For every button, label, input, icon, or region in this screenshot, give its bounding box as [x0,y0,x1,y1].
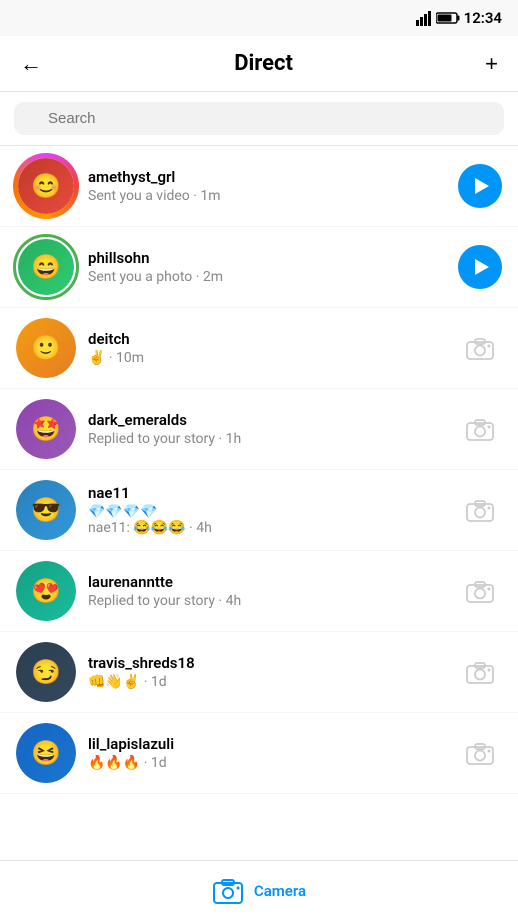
message-info: travis_shreds18 👊👋✌️ · 1d [88,654,446,690]
action-icon[interactable] [458,488,502,532]
message-info: laurenanntte Replied to your story · 4h [88,573,446,609]
message-preview: 💎💎💎💎nae11: 😂😂😂 · 4h [88,504,446,536]
avatar: 😎 [16,480,76,540]
play-button[interactable] [458,164,502,208]
message-preview: Sent you a video · 1m [88,188,446,204]
header: ← Direct + [0,36,518,92]
message-info: dark_emeralds Replied to your story · 1h [88,411,446,447]
message-preview: Replied to your story · 4h [88,593,446,609]
message-username: deitch [88,330,446,348]
message-preview: Replied to your story · 1h [88,431,446,447]
add-button[interactable]: + [481,47,502,81]
list-item[interactable]: 😏 travis_shreds18 👊👋✌️ · 1d [0,632,518,713]
page-title: Direct [234,51,293,76]
list-item[interactable]: 😎 nae11 💎💎💎💎nae11: 😂😂😂 · 4h [0,470,518,551]
message-username: dark_emeralds [88,411,446,429]
list-item[interactable]: 😄 phillsohn Sent you a photo · 2m [0,227,518,308]
message-username: laurenanntte [88,573,446,591]
search-input[interactable] [14,102,504,135]
list-item[interactable]: 🙂 deitch ✌️ · 10m [0,308,518,389]
action-icon[interactable] [458,245,502,289]
message-preview: ✌️ · 10m [88,350,446,366]
message-username: amethyst_grl [88,168,446,186]
message-username: nae11 [88,484,446,502]
list-item[interactable]: 😊 amethyst_grl Sent you a video · 1m [0,146,518,227]
camera-icon [466,498,494,522]
status-time: 12:34 [464,9,502,27]
action-icon[interactable] [458,731,502,775]
camera-icon [466,336,494,360]
search-wrapper [14,102,504,135]
status-icons: 12:34 [416,9,502,27]
message-username: phillsohn [88,249,446,267]
list-item[interactable]: 😍 laurenanntte Replied to your story · 4h [0,551,518,632]
message-username: travis_shreds18 [88,654,446,672]
avatar: 😆 [16,723,76,783]
back-button[interactable]: ← [16,47,46,81]
action-icon[interactable] [458,569,502,613]
play-triangle-icon [475,259,489,275]
camera-icon [466,417,494,441]
avatar: 😄 [16,237,76,297]
message-info: phillsohn Sent you a photo · 2m [88,249,446,285]
message-preview: 👊👋✌️ · 1d [88,674,446,690]
play-button[interactable] [458,245,502,289]
message-info: nae11 💎💎💎💎nae11: 😂😂😂 · 4h [88,484,446,536]
action-icon[interactable] [458,407,502,451]
action-icon[interactable] [458,326,502,370]
camera-bottom-icon [212,875,244,907]
list-item[interactable]: 😆 lil_lapislazuli 🔥🔥🔥 · 1d [0,713,518,794]
play-triangle-icon [475,178,489,194]
search-container [0,92,518,146]
message-info: amethyst_grl Sent you a video · 1m [88,168,446,204]
avatar: 🙂 [16,318,76,378]
message-username: lil_lapislazuli [88,735,446,753]
message-info: lil_lapislazuli 🔥🔥🔥 · 1d [88,735,446,771]
status-bar: 12:34 [0,0,518,36]
message-preview: 🔥🔥🔥 · 1d [88,755,446,771]
action-icon[interactable] [458,164,502,208]
avatar: 🤩 [16,399,76,459]
camera-icon [466,579,494,603]
camera-icon [466,741,494,765]
message-preview: Sent you a photo · 2m [88,269,446,285]
signal-icon [416,10,432,26]
message-info: deitch ✌️ · 10m [88,330,446,366]
camera-label: Camera [254,882,306,900]
battery-icon [436,11,460,25]
message-list: 😊 amethyst_grl Sent you a video · 1m 😄 phill… [0,146,518,794]
list-item[interactable]: 🤩 dark_emeralds Replied to your story · 1h [0,389,518,470]
avatar: 😊 [16,156,76,216]
camera-icon [466,660,494,684]
bottom-bar[interactable]: Camera [0,860,518,920]
avatar: 😏 [16,642,76,702]
avatar: 😍 [16,561,76,621]
action-icon[interactable] [458,650,502,694]
